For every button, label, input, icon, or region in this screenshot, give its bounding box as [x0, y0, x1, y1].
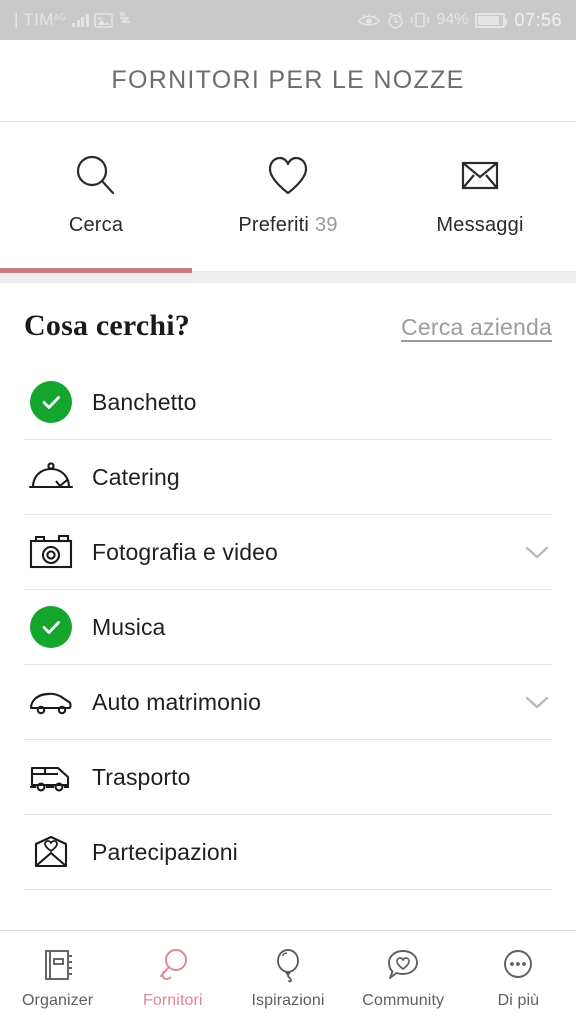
tab-preferiti-label: Preferiti: [238, 214, 310, 236]
active-tab-indicator: [0, 268, 192, 273]
envelope-heart-icon: [24, 827, 78, 877]
battery-percent-label: 94%: [436, 11, 469, 28]
nav-label: Di più: [497, 992, 540, 1009]
car-icon: [24, 677, 78, 727]
category-label: Musica: [92, 613, 166, 640]
carrier-label: TIM 4G: [23, 10, 66, 30]
bus-icon: [24, 752, 78, 802]
category-label: Catering: [92, 463, 180, 490]
category-row-musica[interactable]: Musica: [24, 590, 552, 665]
signal-bars-icon: [72, 13, 89, 27]
more-dots-icon: [498, 945, 538, 985]
top-tab-bar: Cerca Preferiti 39 Messaggi: [0, 122, 576, 283]
status-bar: | TIM 4G 94% 07:56: [0, 0, 576, 40]
category-row-partecipazioni[interactable]: Partecipazioni: [24, 815, 552, 890]
battery-icon: [475, 12, 508, 28]
category-row-banchetto[interactable]: Banchetto: [24, 365, 552, 440]
category-label: Fotografia e video: [92, 538, 278, 565]
category-label: Partecipazioni: [92, 838, 238, 865]
notebook-icon: [38, 945, 78, 985]
balloon-icon: [268, 945, 308, 985]
nav-item-fornitori[interactable]: Fornitori: [115, 945, 230, 1010]
heart-icon: [262, 150, 314, 202]
magnifier-icon: [153, 945, 193, 985]
category-label: Auto matrimonio: [92, 688, 261, 715]
nav-item-organizer[interactable]: Organizer: [0, 945, 115, 1010]
tab-messaggi[interactable]: Messaggi: [384, 122, 576, 283]
envelope-icon: [454, 150, 506, 202]
vibrate-icon: [411, 12, 430, 28]
tab-messaggi-label: Messaggi: [436, 214, 524, 236]
category-row-trasporto[interactable]: Trasporto: [24, 740, 552, 815]
sim-indicator-icon: |: [14, 10, 19, 29]
check-circle-icon: [24, 377, 78, 427]
nav-label: Ispirazioni: [251, 992, 325, 1009]
nav-item-di-piu[interactable]: Di più: [461, 945, 576, 1010]
data-sync-icon: [118, 12, 132, 28]
eye-comfort-icon: [358, 13, 381, 28]
nav-item-community[interactable]: Community: [346, 945, 461, 1010]
category-row-auto-matrimonio[interactable]: Auto matrimonio: [24, 665, 552, 740]
favorites-count-badge: 39: [315, 214, 338, 236]
check-circle-icon: [24, 602, 78, 652]
speech-heart-icon: [383, 945, 423, 985]
nav-label: Fornitori: [143, 992, 203, 1009]
status-bar-right: 94% 07:56: [358, 10, 562, 31]
page-title: FORNITORI PER LE NOZZE: [111, 66, 465, 94]
main-content: Cosa cerchi? Cerca azienda Banchetto Cat…: [0, 283, 576, 930]
chevron-down-icon[interactable]: [522, 542, 552, 562]
section-header: Cosa cerchi? Cerca azienda: [0, 283, 576, 343]
status-bar-left: | TIM 4G: [14, 10, 358, 30]
bottom-navigation-bar: Organizer Fornitori Ispirazioni Communit…: [0, 930, 576, 1024]
search-company-link[interactable]: Cerca azienda: [401, 314, 552, 341]
photo-icon: [93, 12, 113, 28]
tab-preferiti[interactable]: Preferiti 39: [192, 122, 384, 283]
category-label: Banchetto: [92, 388, 197, 415]
category-row-catering[interactable]: Catering: [24, 440, 552, 515]
category-label: Trasporto: [92, 763, 191, 790]
page-header: FORNITORI PER LE NOZZE: [0, 40, 576, 122]
nav-label: Community: [362, 992, 445, 1009]
camera-icon: [24, 527, 78, 577]
alarm-clock-icon: [387, 11, 404, 29]
nav-label: Organizer: [22, 992, 94, 1009]
category-row-fotografia-e-video[interactable]: Fotografia e video: [24, 515, 552, 590]
tab-label: Messaggi: [436, 214, 523, 237]
tab-cerca-label: Cerca: [68, 214, 124, 236]
carrier-name: TIM: [23, 10, 54, 29]
tab-label: Cerca: [69, 214, 123, 237]
chevron-down-icon[interactable]: [522, 692, 552, 712]
tab-label: Preferiti 39: [238, 214, 337, 237]
section-title: Cosa cerchi?: [24, 309, 190, 342]
category-list: Banchetto Catering Fotografia e video Mu…: [0, 365, 576, 890]
nav-item-ispirazioni[interactable]: Ispirazioni: [230, 945, 345, 1010]
app-screen: | TIM 4G 94% 07:56 FORNITORI PER LE NOZZ…: [0, 0, 576, 1024]
food-cloche-icon: [24, 452, 78, 502]
tab-bar-separator-band: [0, 273, 576, 283]
search-icon: [70, 150, 122, 202]
clock-label: 07:56: [514, 9, 562, 30]
network-type-label: 4G: [53, 12, 67, 22]
tab-cerca[interactable]: Cerca: [0, 122, 192, 283]
